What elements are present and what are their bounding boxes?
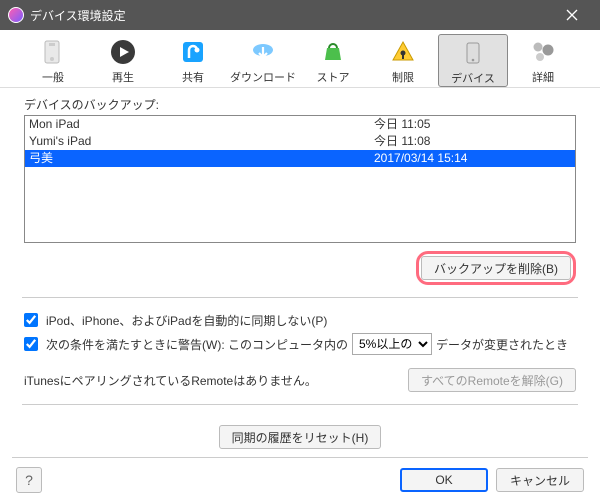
- help-button[interactable]: ?: [16, 467, 42, 493]
- dialog-footer: ? OK キャンセル: [0, 467, 600, 493]
- share-icon: [177, 36, 209, 68]
- advanced-icon: [527, 36, 559, 68]
- tab-store[interactable]: ストア: [298, 34, 368, 87]
- reset-sync-history-button[interactable]: 同期の履歴をリセット(H): [219, 425, 382, 449]
- warn-suffix-label: データが変更されたとき: [436, 336, 568, 353]
- backups-list[interactable]: Mon iPad 今日 11:05 Yumi's iPad 今日 11:08 弓…: [24, 115, 576, 243]
- prevent-sync-row: iPod、iPhone、およびiPadを自動的に同期しない(P): [24, 308, 576, 332]
- warn-checkbox[interactable]: [24, 337, 38, 351]
- prevent-sync-label: iPod、iPhone、およびiPadを自動的に同期しない(P): [46, 312, 327, 329]
- close-button[interactable]: [552, 0, 592, 30]
- general-icon: [37, 36, 69, 68]
- devices-icon: [457, 37, 489, 69]
- download-icon: [247, 36, 279, 68]
- tab-advanced[interactable]: 詳細: [508, 34, 578, 87]
- play-icon: [107, 36, 139, 68]
- warn-threshold-select[interactable]: 5%以上の: [352, 333, 432, 355]
- store-icon: [317, 36, 349, 68]
- titlebar: デバイス環境設定: [0, 0, 600, 30]
- prevent-sync-checkbox[interactable]: [24, 313, 38, 327]
- tab-sharing[interactable]: 共有: [158, 34, 228, 87]
- warn-row: 次の条件を満たすときに警告(W): このコンピュータ内の 5%以上の データが変…: [24, 332, 576, 356]
- backups-header: デバイスのバックアップ:: [24, 96, 576, 113]
- window-title: デバイス環境設定: [30, 7, 552, 24]
- separator: [22, 404, 578, 405]
- separator: [22, 297, 578, 298]
- tab-devices[interactable]: デバイス: [438, 34, 508, 87]
- ok-button[interactable]: OK: [400, 468, 488, 492]
- cancel-button[interactable]: キャンセル: [496, 468, 584, 492]
- warn-prefix-label: 次の条件を満たすときに警告(W): このコンピュータ内の: [46, 336, 348, 353]
- preferences-toolbar: 一般 再生 共有 ダウンロード ストア 制限 デバイス: [0, 30, 600, 88]
- itunes-icon: [8, 7, 24, 23]
- tab-playback[interactable]: 再生: [88, 34, 158, 87]
- footer-separator: [12, 457, 588, 458]
- restrictions-icon: [387, 36, 419, 68]
- list-item[interactable]: Yumi's iPad 今日 11:08: [25, 133, 575, 150]
- delete-backup-button[interactable]: バックアップを削除(B): [421, 256, 571, 280]
- delete-backup-highlight: バックアップを削除(B): [416, 251, 576, 285]
- tab-restrictions[interactable]: 制限: [368, 34, 438, 87]
- list-item[interactable]: Mon iPad 今日 11:05: [25, 116, 575, 133]
- tab-general[interactable]: 一般: [18, 34, 88, 87]
- unpair-remotes-button: すべてのRemoteを解除(G): [408, 368, 576, 392]
- tab-downloads[interactable]: ダウンロード: [228, 34, 298, 87]
- remote-status-text: iTunesにペアリングされているRemoteはありません。: [24, 372, 317, 389]
- list-item[interactable]: 弓美 2017/03/14 15:14: [25, 150, 575, 167]
